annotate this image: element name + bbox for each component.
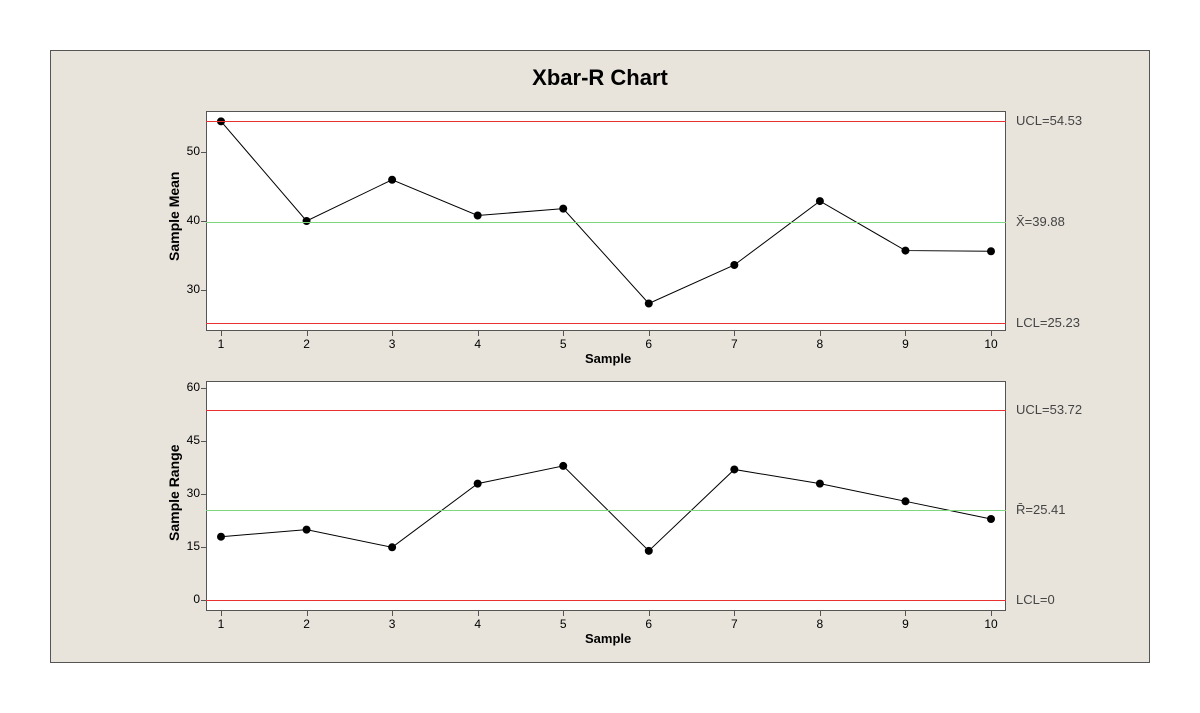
xbar-center-line xyxy=(206,222,1006,223)
xtick: 7 xyxy=(724,617,744,631)
xbar-ucl-line xyxy=(206,121,1006,122)
xbar-center-label: X̄=39.88 xyxy=(1016,214,1065,229)
xtick: 2 xyxy=(297,617,317,631)
xbar-lcl-line xyxy=(206,323,1006,324)
xtick: 4 xyxy=(468,617,488,631)
xtick: 3 xyxy=(382,617,402,631)
xtick: 3 xyxy=(382,337,402,351)
xtick: 5 xyxy=(553,617,573,631)
xbar-xlabel: Sample xyxy=(585,351,631,366)
ytick: 60 xyxy=(176,380,200,394)
ytick: 15 xyxy=(176,539,200,553)
ytick: 40 xyxy=(176,213,200,227)
r-lcl-label: LCL=0 xyxy=(1016,592,1055,607)
r-ucl-label: UCL=53.72 xyxy=(1016,402,1082,417)
xtick: 10 xyxy=(981,337,1001,351)
xtick: 6 xyxy=(639,617,659,631)
xtick: 8 xyxy=(810,337,830,351)
chart-container: Xbar-R Chart Sample Mean Sample Sample R… xyxy=(50,50,1150,663)
xtick: 6 xyxy=(639,337,659,351)
xtick: 1 xyxy=(211,337,231,351)
xtick: 7 xyxy=(724,337,744,351)
xtick: 9 xyxy=(895,617,915,631)
ytick: 45 xyxy=(176,433,200,447)
ytick: 30 xyxy=(176,282,200,296)
chart-title: Xbar-R Chart xyxy=(51,65,1149,91)
xbar-ucl-label: UCL=54.53 xyxy=(1016,113,1082,128)
xtick: 2 xyxy=(297,337,317,351)
xbar-lcl-label: LCL=25.23 xyxy=(1016,315,1080,330)
ytick: 50 xyxy=(176,144,200,158)
ytick: 0 xyxy=(176,592,200,606)
xtick: 5 xyxy=(553,337,573,351)
xtick: 4 xyxy=(468,337,488,351)
xtick: 1 xyxy=(211,617,231,631)
xtick: 10 xyxy=(981,617,1001,631)
r-center-label: R̄=25.41 xyxy=(1016,502,1066,517)
xtick: 9 xyxy=(895,337,915,351)
r-xlabel: Sample xyxy=(585,631,631,646)
r-panel xyxy=(206,381,1006,611)
r-center-line xyxy=(206,510,1006,511)
r-ucl-line xyxy=(206,410,1006,411)
xtick: 8 xyxy=(810,617,830,631)
ytick: 30 xyxy=(176,486,200,500)
r-lcl-line xyxy=(206,600,1006,601)
